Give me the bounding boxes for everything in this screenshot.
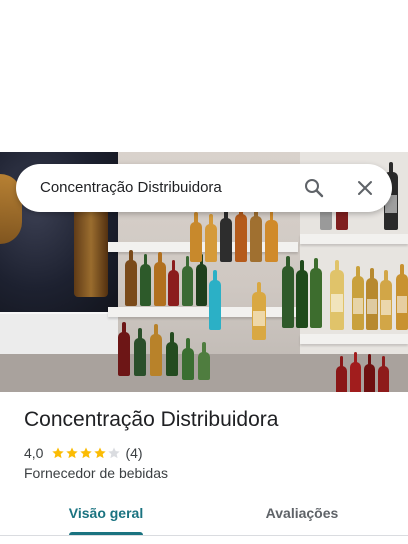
rating-stars	[51, 446, 121, 460]
star-filled-icon	[52, 447, 65, 459]
rating-value: 4,0	[24, 445, 44, 461]
search-icon[interactable]	[302, 176, 326, 200]
map-blank-area	[0, 0, 408, 152]
tab-reviews[interactable]: Avaliações	[240, 505, 364, 521]
close-icon[interactable]	[353, 176, 377, 200]
search-input[interactable]: Concentração Distribuidora	[40, 179, 222, 196]
search-bar[interactable]: Concentração Distribuidora	[16, 164, 392, 212]
review-count[interactable]: (4)	[125, 445, 142, 461]
star-filled-icon	[94, 447, 107, 459]
tabs-divider	[0, 535, 408, 536]
place-title: Concentração Distribuidora	[24, 408, 279, 431]
rating-row[interactable]: 4,0 (4)	[24, 444, 143, 462]
photo-shelf	[108, 307, 298, 317]
photo-shelf	[300, 234, 408, 244]
star-filled-icon	[80, 447, 93, 459]
photo-counter	[0, 312, 118, 356]
tab-overview[interactable]: Visão geral	[44, 505, 168, 521]
photo-shelf	[300, 334, 408, 344]
place-category[interactable]: Fornecedor de bebidas	[24, 465, 168, 481]
star-empty-icon	[108, 447, 121, 459]
star-filled-icon	[66, 447, 79, 459]
